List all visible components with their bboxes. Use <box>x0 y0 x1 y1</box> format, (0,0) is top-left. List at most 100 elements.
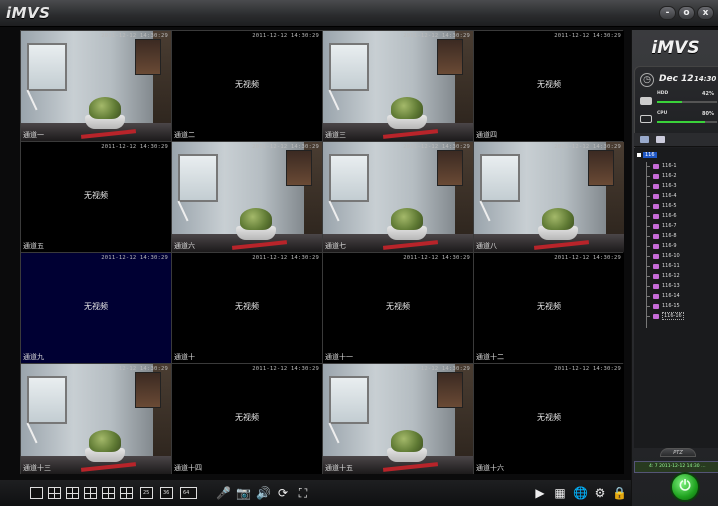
video-cell[interactable]: 2011-12-12 14:30:29 通道一 <box>21 31 171 141</box>
tree-camera-item[interactable]: 116-12 <box>647 271 680 281</box>
channel-name: 通道七 <box>325 242 346 250</box>
hdd-meter-fill <box>657 101 683 103</box>
expand-icon[interactable] <box>637 153 641 157</box>
tree-camera-item[interactable]: 116-14 <box>647 291 680 301</box>
speaker-icon[interactable]: 🔊 <box>256 486 271 500</box>
minimize-button[interactable]: - <box>659 6 676 20</box>
gear-icon[interactable]: ⚙ <box>593 486 607 500</box>
tree-camera-item[interactable]: 116-9 <box>647 241 677 251</box>
tree-item-label: 116-13 <box>662 283 680 289</box>
channel-name: 通道十 <box>174 353 195 361</box>
maximize-button[interactable]: o <box>678 6 695 20</box>
channel-name: 通道三 <box>325 131 346 139</box>
device-tree: 116 116-1 116-2 116-3 116-4 116-5 116-6 116-7 1… <box>634 148 718 448</box>
tree-item-label: 116-4 <box>662 193 677 199</box>
tree-camera-item[interactable]: 116-3 <box>647 181 677 191</box>
cell-timestamp: 2011-12-12 14:30:29 <box>403 366 470 372</box>
tree-camera-item[interactable]: 116-8 <box>647 231 677 241</box>
layout-13-button[interactable] <box>120 487 133 499</box>
devices-tab-icon[interactable] <box>640 136 649 143</box>
video-cell[interactable]: 无视频 2011-12-12 14:30:29 通道二 <box>172 31 322 141</box>
channel-name: 通道十四 <box>174 464 202 472</box>
tree-branch <box>647 165 650 167</box>
layout-25-button[interactable]: 25 <box>140 487 153 499</box>
tree-branch <box>647 305 650 307</box>
ptz-tab[interactable]: PTZ <box>660 448 696 457</box>
layout-6-button[interactable] <box>66 487 79 499</box>
tree-item-label: 116-7 <box>662 223 677 229</box>
tree-branch <box>647 265 650 267</box>
tree-camera-item[interactable]: 116-2 <box>647 171 677 181</box>
tree-camera-item[interactable]: 116-15 <box>647 301 680 311</box>
refresh-icon[interactable]: ⟳ <box>276 486 290 500</box>
video-cell[interactable]: 无视频 2011-12-12 14:30:29 通道十四 <box>172 364 322 474</box>
tree-camera-item[interactable]: 116-16 <box>647 311 684 321</box>
tree-camera-item[interactable]: 116-4 <box>647 191 677 201</box>
tree-camera-item[interactable]: 116-1 <box>647 161 677 171</box>
layout-36-button[interactable]: 36 <box>160 487 173 499</box>
tree-camera-item[interactable]: 116-13 <box>647 281 680 291</box>
channel-name: 通道十二 <box>476 353 504 361</box>
camera-icon <box>653 293 659 299</box>
video-cell[interactable]: 无视频 2011-12-12 14:30:29 通道十一 <box>323 253 473 363</box>
tree-camera-item[interactable]: 116-10 <box>647 251 680 261</box>
close-button[interactable]: x <box>697 6 714 20</box>
microphone-icon[interactable]: 🎤 <box>216 486 231 500</box>
lock-icon[interactable]: 🔒 <box>612 486 627 500</box>
date-readout: Dec 12 <box>659 74 694 84</box>
tree-camera-item[interactable]: 116-6 <box>647 211 677 221</box>
layout-1-button[interactable] <box>30 487 43 499</box>
tree-camera-item[interactable]: 116-5 <box>647 201 677 211</box>
tree-item-label: 116-8 <box>662 233 677 239</box>
cell-timestamp: 2011-12-12 14:30:29 <box>554 33 621 39</box>
channel-name: 通道六 <box>174 242 195 250</box>
globe-icon[interactable]: 🌐 <box>573 486 588 500</box>
layout-9-button[interactable] <box>102 487 115 499</box>
video-cell[interactable]: 无视频 2011-12-12 14:30:29 通道四 <box>474 31 624 141</box>
no-video-label: 无视频 <box>84 302 108 311</box>
cell-timestamp: 2011-12-12 14:30:29 <box>554 144 621 150</box>
cell-timestamp: 2011-12-12 14:30:29 <box>403 144 470 150</box>
cell-timestamp: 2011-12-12 14:30:29 <box>554 255 621 261</box>
video-cell[interactable]: 2011-12-12 14:30:29 通道十三 <box>21 364 171 474</box>
cell-timestamp: 2011-12-12 14:30:29 <box>403 33 470 39</box>
video-cell[interactable]: 2011-12-12 14:30:29 通道八 <box>474 142 624 252</box>
monitor-tab-icon[interactable] <box>656 136 665 143</box>
power-button[interactable]: ⏻ <box>670 472 700 502</box>
video-cell[interactable]: 2011-12-12 14:30:29 通道六 <box>172 142 322 252</box>
camera-icon <box>653 183 659 189</box>
tree-item-label: 116-2 <box>662 173 677 179</box>
tree-camera-item[interactable]: 116-7 <box>647 221 677 231</box>
video-cell[interactable]: 无视频 2011-12-12 14:30:29 通道十二 <box>474 253 624 363</box>
camera-icon <box>653 263 659 269</box>
video-cell[interactable]: 无视频 2011-12-12 14:30:29 通道九 <box>21 253 171 363</box>
camera-icon[interactable]: 📷 <box>236 486 251 500</box>
camera-icon <box>653 193 659 199</box>
tree-branch <box>647 285 650 287</box>
video-cell[interactable]: 无视频 2011-12-12 14:30:29 通道五 <box>21 142 171 252</box>
time-readout: 14:30 <box>694 75 717 83</box>
tree-camera-item[interactable]: 116-11 <box>647 261 680 271</box>
video-cell[interactable]: 无视频 2011-12-12 14:30:29 通道十 <box>172 253 322 363</box>
brand-logo: iMVS <box>651 38 700 58</box>
grid-icon[interactable]: ▦ <box>553 486 567 500</box>
right-panel: iMVS ◷ Dec 12 14:30 HDD 42% CPU 80% 116 … <box>631 30 718 506</box>
tree-item-label: 116-9 <box>662 243 677 249</box>
cell-timestamp: 2011-12-12 14:30:29 <box>101 366 168 372</box>
tree-branch <box>647 215 650 217</box>
video-cell[interactable]: 无视频 2011-12-12 14:30:29 通道十六 <box>474 364 624 474</box>
tree-item-label: 116-3 <box>662 183 677 189</box>
channel-name: 通道八 <box>476 242 497 250</box>
layout-64-button[interactable]: 64 <box>180 487 197 499</box>
video-cell[interactable]: 2011-12-12 14:30:29 通道三 <box>323 31 473 141</box>
layout-8-button[interactable] <box>84 487 97 499</box>
play-icon[interactable]: ▶ <box>533 486 547 500</box>
fullscreen-icon[interactable]: ⛶ <box>296 486 310 500</box>
video-cell[interactable]: 2011-12-12 14:30:29 通道七 <box>323 142 473 252</box>
video-cell[interactable]: 2011-12-12 14:30:29 通道十五 <box>323 364 473 474</box>
layout-4-button[interactable] <box>48 487 61 499</box>
camera-icon <box>653 303 659 309</box>
tree-branch <box>647 195 650 197</box>
tree-root-node[interactable]: 116 <box>637 152 657 158</box>
cpu-value: 80% <box>702 111 714 117</box>
